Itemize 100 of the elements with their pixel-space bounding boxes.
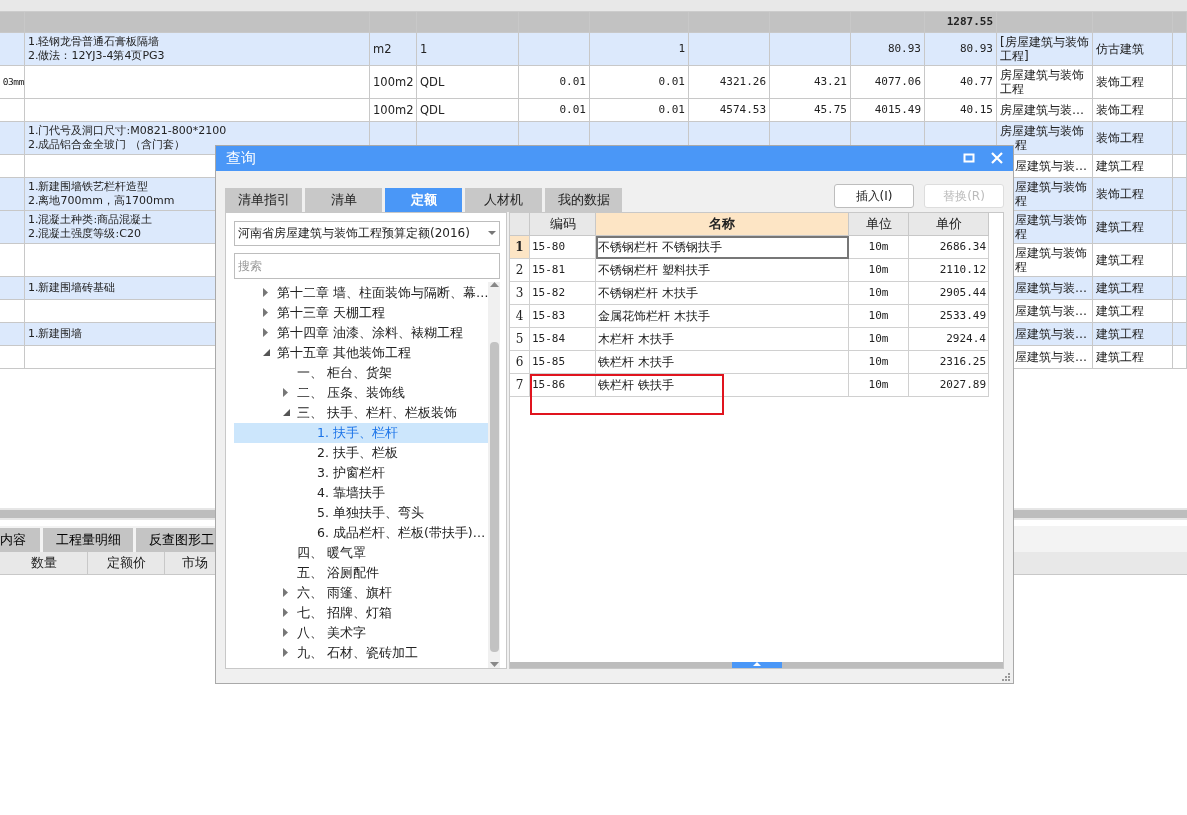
table-cell: 铁栏杆 木扶手 xyxy=(596,350,849,374)
tree-item[interactable]: 第十四章 油漆、涂料、裱糊工程 xyxy=(234,322,489,343)
table-cell: 不锈钢栏杆 木扶手 xyxy=(596,281,849,305)
table-cell: 装饰工程 xyxy=(1096,187,1144,201)
caret-up-icon[interactable] xyxy=(752,662,761,667)
row-number[interactable]: 2 xyxy=(510,258,530,282)
tree-item[interactable]: 一、 柜台、货架 xyxy=(234,362,489,383)
row-number[interactable]: 4 xyxy=(510,304,530,328)
column-header[interactable]: 名称 xyxy=(596,212,849,236)
table-cell-text: 屋建筑与装饰程 xyxy=(1014,180,1088,208)
table-cell: 建筑工程 xyxy=(1096,220,1144,234)
table-cell-text: 房屋建筑与装饰程 xyxy=(1000,124,1085,152)
tree-item[interactable]: 第十二章 墙、柱面装饰与隔断、幕… xyxy=(234,282,489,303)
caret-right-icon[interactable] xyxy=(283,588,288,598)
scrollbar[interactable] xyxy=(488,281,500,668)
table-row[interactable]: 100m2 QDL 0.01 0.01 4574.53 45.75 4015.49 40.15 房屋建筑与装… 装饰工程 xyxy=(0,99,1187,122)
caret-right-icon[interactable] xyxy=(283,628,288,638)
tab[interactable]: 清单指引 xyxy=(225,187,302,212)
feature-text: 2.混凝土强度等级:C20 xyxy=(28,227,141,241)
tree-item[interactable]: 七、 招牌、灯箱 xyxy=(234,602,489,623)
tree-item[interactable]: 三、 扶手、栏杆、栏板装饰 xyxy=(234,402,489,423)
table-cell: 2905.44 xyxy=(909,281,989,305)
tree-item[interactable]: 第十三章 天棚工程 xyxy=(234,302,489,323)
caret-down-icon[interactable] xyxy=(263,349,270,357)
table-cell-text: 屋建筑与装… xyxy=(1014,159,1087,173)
column-header[interactable]: 单位 xyxy=(849,212,909,236)
tab[interactable]: 我的数据 xyxy=(545,187,622,212)
tab[interactable]: 清单 xyxy=(305,187,382,212)
tree-item[interactable]: 六、 雨篷、旗杆 xyxy=(234,582,489,603)
table-cell: 10m xyxy=(849,327,909,351)
table-cell: 40.77 xyxy=(959,75,993,89)
tree-item[interactable]: 九、 石材、瓷砖加工 xyxy=(234,642,489,663)
column-header[interactable]: 单价 xyxy=(909,212,989,236)
tree-item[interactable]: 四、 暖气罩 xyxy=(234,542,489,563)
feature-text: 1.轻钢龙骨普通石膏板隔墙 xyxy=(28,35,160,49)
scroll-up-icon[interactable] xyxy=(489,281,499,288)
table-cell: 装饰工程 xyxy=(1096,131,1144,145)
caret-right-icon[interactable] xyxy=(263,328,268,338)
table-cell: 2027.89 xyxy=(909,373,989,397)
row-number[interactable]: 3 xyxy=(510,281,530,305)
table-cell-text: 屋建筑与装… xyxy=(1014,281,1087,295)
table-cell: 2316.25 xyxy=(909,350,989,374)
table-cell-text: 屋建筑与装饰程 xyxy=(1014,246,1088,274)
table-cell: 1 xyxy=(678,42,685,56)
tree-item[interactable]: 八、 美术字 xyxy=(234,622,489,643)
table-cell: 不锈钢栏杆 塑料扶手 xyxy=(596,258,849,282)
table-cell: 仿古建筑 xyxy=(1096,42,1144,56)
table-cell: 03mm xyxy=(2,75,24,89)
panel-tab[interactable]: 工程量明细 xyxy=(43,528,133,552)
table-cell: 100m2 xyxy=(373,75,414,89)
resize-grip-icon[interactable] xyxy=(1002,673,1010,681)
panel-tab[interactable]: 内容 xyxy=(0,528,40,552)
insert-button[interactable]: 插入(I) xyxy=(834,183,914,208)
tree-item[interactable]: 第十五章 其他装饰工程 xyxy=(234,342,489,363)
row-number[interactable]: 1 xyxy=(510,235,530,259)
tree-item[interactable]: 五、 浴厕配件 xyxy=(234,562,489,583)
table-cell: 15-83 xyxy=(530,304,596,328)
caret-down-icon[interactable] xyxy=(283,409,290,417)
table-cell: QDL xyxy=(420,103,445,117)
maximize-icon[interactable] xyxy=(963,152,975,165)
table-cell: 45.75 xyxy=(813,103,847,117)
scrollbar[interactable] xyxy=(510,662,1003,669)
caret-right-icon[interactable] xyxy=(283,608,288,618)
table-cell: 15-80 xyxy=(530,235,596,259)
dropdown-caret-icon[interactable] xyxy=(488,230,496,236)
table-cell: 不锈钢栏杆 不锈钢扶手 xyxy=(596,235,849,259)
tree-item[interactable]: 1. 扶手、栏杆 xyxy=(234,422,489,443)
table-cell: 15-86 xyxy=(530,373,596,397)
scroll-down-icon[interactable] xyxy=(489,661,499,668)
tab[interactable]: 人材机 xyxy=(465,187,542,212)
table-cell: 80.93 xyxy=(887,42,921,56)
feature-text: 2.成品铝合金全玻门 （含门套） xyxy=(28,138,185,152)
tree-item[interactable]: 2. 扶手、栏板 xyxy=(234,442,489,463)
caret-right-icon[interactable] xyxy=(283,388,288,398)
summary-row[interactable]: 1287.55 xyxy=(0,12,1187,33)
table-cell: QDL xyxy=(420,75,445,89)
feature-text: 1.新建围墙铁艺栏杆造型 xyxy=(28,180,149,194)
close-icon[interactable] xyxy=(991,152,1003,165)
search-field[interactable]: 搜索 xyxy=(234,252,500,279)
scrollbar-thumb[interactable] xyxy=(489,341,499,652)
row-number[interactable]: 7 xyxy=(510,373,530,397)
tree-item[interactable]: 二、 压条、装饰线 xyxy=(234,382,489,403)
column-header[interactable]: 编码 xyxy=(530,212,596,236)
tree-item[interactable]: 6. 成品栏杆、栏板(带扶手)… xyxy=(234,522,489,543)
tree-item[interactable]: 4. 靠墙扶手 xyxy=(234,482,489,503)
table-cell: 4321.26 xyxy=(719,75,766,89)
table-cell: 2533.49 xyxy=(909,304,989,328)
scrollbar-thumb[interactable] xyxy=(731,662,782,669)
feature-text: 2.离地700mm，高1700mm xyxy=(28,194,175,208)
row-number[interactable]: 6 xyxy=(510,350,530,374)
library-dropdown[interactable]: 河南省房屋建筑与装饰工程预算定额(2016) xyxy=(234,220,500,246)
table-cell: 0.01 xyxy=(559,75,586,89)
row-number[interactable]: 5 xyxy=(510,327,530,351)
caret-right-icon[interactable] xyxy=(263,308,268,318)
caret-right-icon[interactable] xyxy=(263,288,268,298)
table-cell: 0.01 xyxy=(658,75,685,89)
tree-item[interactable]: 3. 护窗栏杆 xyxy=(234,462,489,483)
tree-item[interactable]: 5. 单独扶手、弯头 xyxy=(234,502,489,523)
table-cell: 1 xyxy=(420,42,428,56)
caret-right-icon[interactable] xyxy=(283,648,288,658)
